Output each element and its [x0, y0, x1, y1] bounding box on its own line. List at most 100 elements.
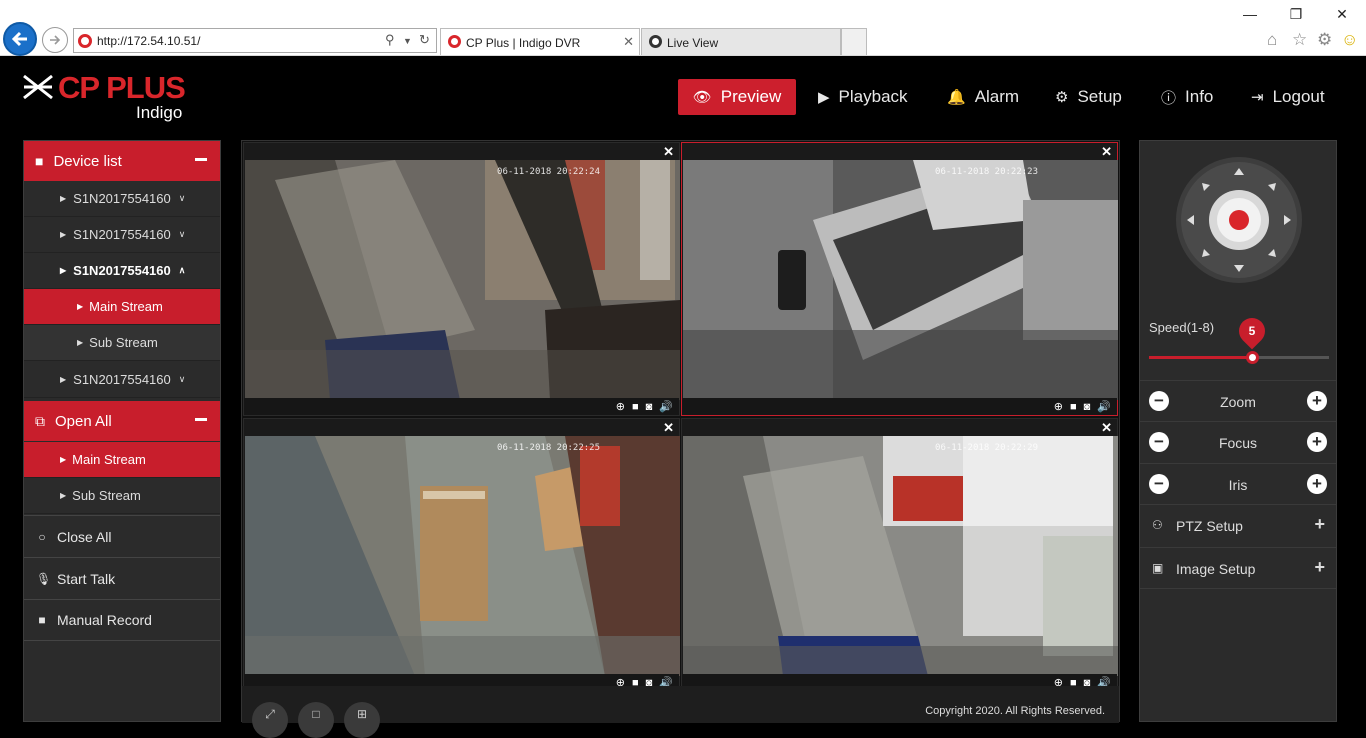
- video-feed[interactable]: 06-11-2018 20:22:25: [245, 436, 680, 676]
- quad-grid-icon: ⊞: [356, 707, 368, 721]
- nav-label: Preview: [720, 87, 782, 106]
- video-pane-3[interactable]: ✕ 06-11-2018 20:22:25 ⊕ ■ ◙ 🔊: [243, 418, 680, 692]
- favorites-star-icon[interactable]: ☆: [1292, 30, 1307, 50]
- record-icon[interactable]: ■: [632, 401, 639, 413]
- iris-plus-button[interactable]: +: [1307, 474, 1327, 494]
- address-url[interactable]: http://172.54.10.51/: [97, 34, 200, 48]
- stream-label: Main Stream: [89, 299, 163, 314]
- close-all-button[interactable]: ○ Close All: [24, 515, 220, 557]
- device-item[interactable]: ▶ S1N2017554160 ∨: [24, 217, 220, 253]
- audio-speaker-icon[interactable]: 🔊: [659, 400, 673, 413]
- chevron-up-icon: ∧: [178, 265, 186, 275]
- restore-button[interactable]: ❐: [1273, 0, 1319, 28]
- ptz-setup-row[interactable]: ⚇ PTZ Setup +: [1140, 504, 1336, 546]
- copyright-text: Copyright 2020. All Rights Reserved.: [925, 705, 1105, 717]
- device-main-stream[interactable]: ▶ Main Stream: [24, 289, 220, 325]
- new-tab-button[interactable]: [841, 28, 867, 55]
- close-icon[interactable]: ✕: [1101, 144, 1112, 160]
- video-feed[interactable]: 06-11-2018 20:22:29: [683, 436, 1118, 676]
- video-timestamp: 06-11-2018 20:22:29: [935, 443, 1038, 453]
- close-all-label: Close All: [57, 528, 112, 545]
- video-pane-2[interactable]: ✕ 06-11-2018 20:22:23 ⊕ ■ ◙ 🔊: [681, 142, 1118, 416]
- smiley-feedback-icon[interactable]: ☺: [1341, 30, 1358, 50]
- camera-image: [683, 160, 1118, 400]
- video-pane-4[interactable]: ✕ 06-11-2018 20:22:29 ⊕ ■ ◙ 🔊: [681, 418, 1118, 692]
- tab-live-view[interactable]: Live View: [641, 28, 841, 55]
- manual-record-button[interactable]: ■ Manual Record: [24, 599, 220, 641]
- single-view-button[interactable]: □: [298, 702, 334, 738]
- collapse-icon[interactable]: [195, 418, 207, 421]
- tab-cp-plus[interactable]: CP Plus | Indigo DVR ✕: [440, 28, 640, 55]
- focus-plus-button[interactable]: +: [1307, 432, 1327, 452]
- snapshot-camera-icon[interactable]: ◙: [1084, 401, 1091, 413]
- start-talk-button[interactable]: 🎙 Start Talk: [24, 557, 220, 599]
- nav-info[interactable]: ⓘ Info: [1161, 79, 1213, 115]
- fullscreen-button[interactable]: ⤢: [252, 702, 288, 738]
- snapshot-camera-icon[interactable]: ◙: [646, 401, 653, 413]
- search-icon[interactable]: ⚲: [385, 32, 395, 48]
- zoom-in-icon[interactable]: ⊕: [616, 400, 625, 413]
- close-window-button[interactable]: ✕: [1319, 0, 1365, 28]
- ptz-direction-pad[interactable]: [1174, 155, 1304, 285]
- nav-logout[interactable]: ⇥ Logout: [1251, 79, 1325, 115]
- tab-favicon-icon: [448, 35, 461, 48]
- minimize-button[interactable]: —: [1227, 0, 1273, 28]
- tab-label: CP Plus | Indigo DVR: [466, 36, 581, 50]
- play-icon: ▶: [818, 89, 830, 106]
- zoom-in-button[interactable]: +: [1307, 391, 1327, 411]
- nav-setup[interactable]: ⚙ Setup: [1055, 79, 1122, 115]
- speed-value: 5: [1248, 324, 1256, 338]
- home-icon[interactable]: ⌂: [1267, 30, 1277, 50]
- pane-title-bar: [244, 419, 679, 436]
- close-icon[interactable]: ✕: [663, 144, 674, 160]
- speed-slider[interactable]: 5: [1149, 312, 1329, 364]
- quad-view-button[interactable]: ⊞: [344, 702, 380, 738]
- address-bar[interactable]: http://172.54.10.51/ ⚲ ▼ ↻: [73, 28, 437, 53]
- expand-plus-icon[interactable]: +: [1314, 557, 1325, 578]
- gamepad-icon: ⚇: [1152, 518, 1163, 532]
- iris-control: − Iris +: [1140, 463, 1336, 505]
- speed-slider-handle[interactable]: [1245, 351, 1259, 364]
- video-pane-1[interactable]: ✕ 06-11-2018 20:22:24 ⊕ ■ ◙ 🔊: [243, 142, 680, 416]
- video-feed[interactable]: 06-11-2018 20:22:23: [683, 160, 1118, 400]
- dropdown-chevron-icon[interactable]: ▼: [403, 36, 412, 46]
- nav-preview[interactable]: 👁 Preview: [678, 79, 796, 115]
- caret-right-icon: ▶: [60, 230, 67, 239]
- expand-plus-icon[interactable]: +: [1314, 514, 1325, 535]
- device-list-header[interactable]: ■ Device list: [24, 141, 220, 181]
- back-button[interactable]: [3, 22, 37, 56]
- zoom-in-icon[interactable]: ⊕: [1054, 400, 1063, 413]
- single-window-icon: □: [312, 707, 320, 721]
- start-talk-label: Start Talk: [57, 570, 116, 587]
- device-sub-stream[interactable]: ▶ Sub Stream: [24, 325, 220, 361]
- device-item[interactable]: ▶ S1N2017554160 ∨: [24, 362, 220, 398]
- open-all-main-stream[interactable]: ▶ Main Stream: [24, 442, 220, 478]
- device-label: S1N2017554160: [73, 227, 171, 242]
- caret-right-icon: ▶: [77, 338, 84, 347]
- audio-speaker-icon[interactable]: 🔊: [1097, 400, 1111, 413]
- device-list-label: Device list: [53, 152, 122, 170]
- settings-gear-icon[interactable]: ⚙: [1317, 30, 1332, 50]
- image-setup-label: Image Setup: [1176, 561, 1256, 577]
- device-item[interactable]: ▶ S1N2017554160 ∧: [24, 253, 220, 289]
- record-icon[interactable]: ■: [1070, 401, 1077, 413]
- tab-close-icon[interactable]: ✕: [623, 34, 634, 50]
- camera-image: [683, 436, 1118, 676]
- grid-footer: ⤢ □ ⊞ Copyright 2020. All Rights Reserve…: [242, 686, 1119, 738]
- open-all-sub-stream[interactable]: ▶ Sub Stream: [24, 478, 220, 514]
- refresh-icon[interactable]: ↻: [419, 32, 430, 48]
- video-feed[interactable]: 06-11-2018 20:22:24: [245, 160, 680, 400]
- nav-playback[interactable]: ▶ Playback: [818, 79, 908, 115]
- image-setup-row[interactable]: ▣ Image Setup +: [1140, 547, 1336, 589]
- close-icon[interactable]: ✕: [663, 420, 674, 436]
- close-icon[interactable]: ✕: [1101, 420, 1112, 436]
- device-item[interactable]: ▶ S1N2017554160 ∨: [24, 181, 220, 217]
- camera-image: [245, 436, 680, 676]
- nav-alarm[interactable]: 🔔 Alarm: [947, 79, 1019, 115]
- nav-label: Playback: [838, 87, 908, 106]
- video-timestamp: 06-11-2018 20:22:24: [497, 167, 600, 177]
- open-all-header[interactable]: ⧉ Open All: [24, 401, 220, 441]
- collapse-icon[interactable]: [195, 158, 207, 161]
- pane-title-bar: [682, 419, 1117, 436]
- forward-button[interactable]: [42, 27, 68, 53]
